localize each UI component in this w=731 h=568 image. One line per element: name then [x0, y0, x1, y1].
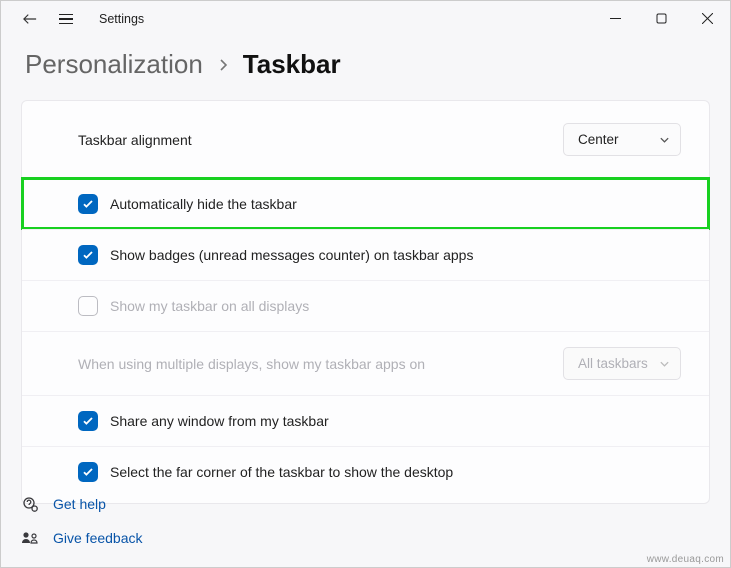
- breadcrumb-parent[interactable]: Personalization: [25, 49, 203, 80]
- multi-display-apps-label: When using multiple displays, show my ta…: [78, 356, 563, 372]
- alignment-dropdown[interactable]: Center: [563, 123, 681, 156]
- taskbar-alignment-row: Taskbar alignment Center: [22, 101, 709, 178]
- multi-display-apps-row: When using multiple displays, show my ta…: [22, 331, 709, 395]
- get-help-link[interactable]: Get help: [21, 495, 710, 513]
- maximize-button[interactable]: [638, 1, 684, 35]
- give-feedback-link[interactable]: Give feedback: [21, 529, 710, 547]
- chevron-down-icon: [659, 134, 670, 145]
- share-window-checkbox[interactable]: [78, 411, 98, 431]
- multi-display-selected: All taskbars: [578, 356, 648, 371]
- far-corner-label: Select the far corner of the taskbar to …: [110, 464, 681, 480]
- help-icon: [21, 495, 39, 513]
- auto-hide-checkbox[interactable]: [78, 194, 98, 214]
- auto-hide-label: Automatically hide the taskbar: [110, 196, 681, 212]
- show-all-displays-label: Show my taskbar on all displays: [110, 298, 681, 314]
- show-all-displays-row: Show my taskbar on all displays: [22, 280, 709, 331]
- chevron-right-icon: [217, 59, 229, 71]
- far-corner-checkbox[interactable]: [78, 462, 98, 482]
- show-badges-row: Show badges (unread messages counter) on…: [22, 229, 709, 280]
- settings-panel: Taskbar alignment Center Automatically h…: [21, 100, 710, 504]
- show-badges-label: Show badges (unread messages counter) on…: [110, 247, 681, 263]
- show-all-displays-checkbox: [78, 296, 98, 316]
- alignment-selected: Center: [578, 132, 619, 147]
- far-corner-row: Select the far corner of the taskbar to …: [22, 446, 709, 497]
- show-badges-checkbox[interactable]: [78, 245, 98, 265]
- app-title: Settings: [99, 12, 144, 26]
- auto-hide-row: Automatically hide the taskbar: [22, 178, 709, 229]
- minimize-button[interactable]: [592, 1, 638, 35]
- give-feedback-label: Give feedback: [53, 530, 143, 546]
- get-help-label: Get help: [53, 496, 106, 512]
- page-title: Taskbar: [243, 49, 341, 80]
- nav-menu-button[interactable]: [51, 4, 81, 34]
- back-button[interactable]: [19, 12, 41, 26]
- watermark: www.deuaq.com: [647, 554, 724, 565]
- footer-links: Get help Give feedback: [21, 495, 710, 547]
- chevron-down-icon: [659, 358, 670, 369]
- close-button[interactable]: [684, 1, 730, 35]
- window-controls: [592, 1, 730, 35]
- feedback-icon: [21, 529, 39, 547]
- share-window-label: Share any window from my taskbar: [110, 413, 681, 429]
- breadcrumb: Personalization Taskbar: [1, 37, 730, 100]
- multi-display-dropdown: All taskbars: [563, 347, 681, 380]
- alignment-label: Taskbar alignment: [78, 132, 563, 148]
- share-window-row: Share any window from my taskbar: [22, 395, 709, 446]
